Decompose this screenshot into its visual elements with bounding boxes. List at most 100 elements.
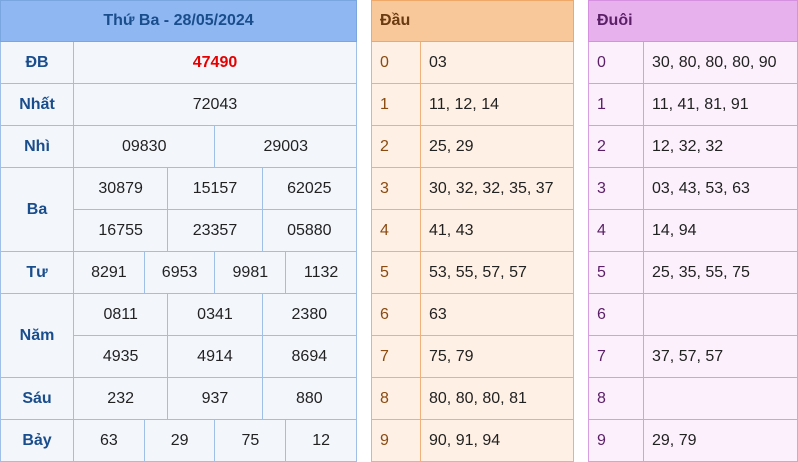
prize-row-bay: Bảy 63 29 75 12: [0, 419, 357, 462]
prize-value-ba: 62025: [261, 167, 358, 210]
duoi-values: 03, 43, 53, 63: [643, 167, 798, 210]
dau-values: 63: [420, 293, 574, 336]
duoi-table: Đuôi 0 30, 80, 80, 80, 90 1 11, 41, 81, 91…: [588, 0, 798, 462]
prize-row-nhat: Nhất 72043: [0, 83, 357, 126]
prize-value-bay: 63: [73, 419, 145, 462]
dau-values: 11, 12, 14: [420, 83, 574, 126]
duoi-row: 1 11, 41, 81, 91: [588, 83, 798, 126]
prize-value-nam: 0811: [72, 293, 169, 336]
dau-digit: 7: [371, 335, 421, 378]
dau-digit: 1: [371, 83, 421, 126]
duoi-digit: 6: [588, 293, 644, 336]
prize-value-ba: 23357: [167, 209, 263, 252]
prize-value-sau: 937: [167, 377, 263, 420]
prize-row-tu: Tư 8291 6953 9981 1132: [0, 251, 357, 294]
dau-row: 6 63: [371, 293, 574, 336]
duoi-header: Đuôi: [588, 0, 798, 42]
prize-row-nam: Năm 0811 0341 2380: [0, 293, 358, 378]
duoi-digit: 4: [588, 209, 644, 252]
duoi-row: 5 25, 35, 55, 75: [588, 251, 798, 294]
prize-value-nam: 0341: [167, 293, 263, 336]
duoi-header-row: Đuôi: [588, 0, 798, 42]
duoi-row: 7 37, 57, 57: [588, 335, 798, 378]
dau-values: 80, 80, 80, 81: [420, 377, 574, 420]
dau-row: 0 03: [371, 41, 574, 84]
dau-values: 25, 29: [420, 125, 574, 168]
results-header-row: Thứ Ba - 28/05/2024: [0, 0, 357, 42]
dau-row: 1 11, 12, 14: [371, 83, 574, 126]
duoi-values: 30, 80, 80, 80, 90: [643, 41, 798, 84]
prize-value-nhi: 09830: [72, 125, 216, 168]
dau-digit: 9: [371, 419, 421, 462]
prize-value-tu: 9981: [214, 251, 287, 294]
duoi-digit: 0: [588, 41, 644, 84]
duoi-row: 9 29, 79: [588, 419, 798, 462]
prize-value-nam: 4935: [72, 335, 169, 378]
prize-value-nam: 8694: [261, 335, 358, 378]
duoi-digit: 7: [588, 335, 644, 378]
dau-row: 8 80, 80, 80, 81: [371, 377, 574, 420]
dau-row: 5 53, 55, 57, 57: [371, 251, 574, 294]
dau-values: 41, 43: [420, 209, 574, 252]
dau-row: 3 30, 32, 32, 35, 37: [371, 167, 574, 210]
duoi-row: 3 03, 43, 53, 63: [588, 167, 798, 210]
prize-value-db: 47490: [73, 41, 357, 84]
dau-header-row: Đầu: [371, 0, 574, 42]
prize-value-ba: 05880: [261, 209, 358, 252]
prize-value-bay: 75: [214, 419, 287, 462]
dau-values: 75, 79: [420, 335, 574, 378]
duoi-values: [643, 377, 798, 420]
dau-row: 7 75, 79: [371, 335, 574, 378]
prize-label-sau: Sáu: [0, 377, 74, 420]
prize-value-sau: 880: [261, 377, 358, 420]
results-table: Thứ Ba - 28/05/2024 ĐB 47490 Nhất 72043 …: [0, 0, 358, 462]
duoi-values: 12, 32, 32: [643, 125, 798, 168]
dau-digit: 6: [371, 293, 421, 336]
prize-value-nam: 4914: [167, 335, 263, 378]
duoi-row: 2 12, 32, 32: [588, 125, 798, 168]
dau-values: 53, 55, 57, 57: [420, 251, 574, 294]
prize-value-bay: 29: [143, 419, 216, 462]
duoi-row: 0 30, 80, 80, 80, 90: [588, 41, 798, 84]
dau-digit: 0: [371, 41, 421, 84]
prize-value-nhi: 29003: [214, 125, 357, 168]
duoi-values: 29, 79: [643, 419, 798, 462]
dau-digit: 4: [371, 209, 421, 252]
dau-digit: 8: [371, 377, 421, 420]
duoi-values: 25, 35, 55, 75: [643, 251, 798, 294]
prize-value-bay: 12: [285, 419, 357, 462]
duoi-values: 14, 94: [643, 209, 798, 252]
duoi-row: 6: [588, 293, 798, 336]
prize-value-ba: 30879: [72, 167, 169, 210]
prize-value-ba: 16755: [72, 209, 169, 252]
prize-label-tu: Tư: [0, 251, 74, 294]
prize-value-tu: 8291: [73, 251, 145, 294]
duoi-digit: 2: [588, 125, 644, 168]
prize-label-nam: Năm: [0, 293, 74, 378]
duoi-row: 8: [588, 377, 798, 420]
duoi-values: 11, 41, 81, 91: [643, 83, 798, 126]
prize-value-sau: 232: [72, 377, 169, 420]
prize-label-nhat: Nhất: [0, 83, 74, 126]
prize-value-nam: 2380: [261, 293, 358, 336]
dau-values: 30, 32, 32, 35, 37: [420, 167, 574, 210]
dau-header: Đầu: [371, 0, 574, 42]
prize-value-nhat: 72043: [73, 83, 357, 126]
dau-row: 4 41, 43: [371, 209, 574, 252]
duoi-digit: 8: [588, 377, 644, 420]
duoi-row: 4 14, 94: [588, 209, 798, 252]
dau-row: 9 90, 91, 94: [371, 419, 574, 462]
prize-row-db: ĐB 47490: [0, 41, 357, 84]
prize-value-tu: 1132: [285, 251, 357, 294]
prize-value-tu: 6953: [143, 251, 216, 294]
prize-label-bay: Bảy: [0, 419, 74, 462]
prize-row-sau: Sáu 232 937 880: [0, 377, 358, 420]
prize-row-nhi: Nhì 09830 29003: [0, 125, 357, 168]
duoi-digit: 5: [588, 251, 644, 294]
date-title: Thứ Ba - 28/05/2024: [0, 0, 357, 42]
duoi-values: [643, 293, 798, 336]
dau-digit: 5: [371, 251, 421, 294]
duoi-digit: 9: [588, 419, 644, 462]
duoi-values: 37, 57, 57: [643, 335, 798, 378]
prize-label-db: ĐB: [0, 41, 74, 84]
